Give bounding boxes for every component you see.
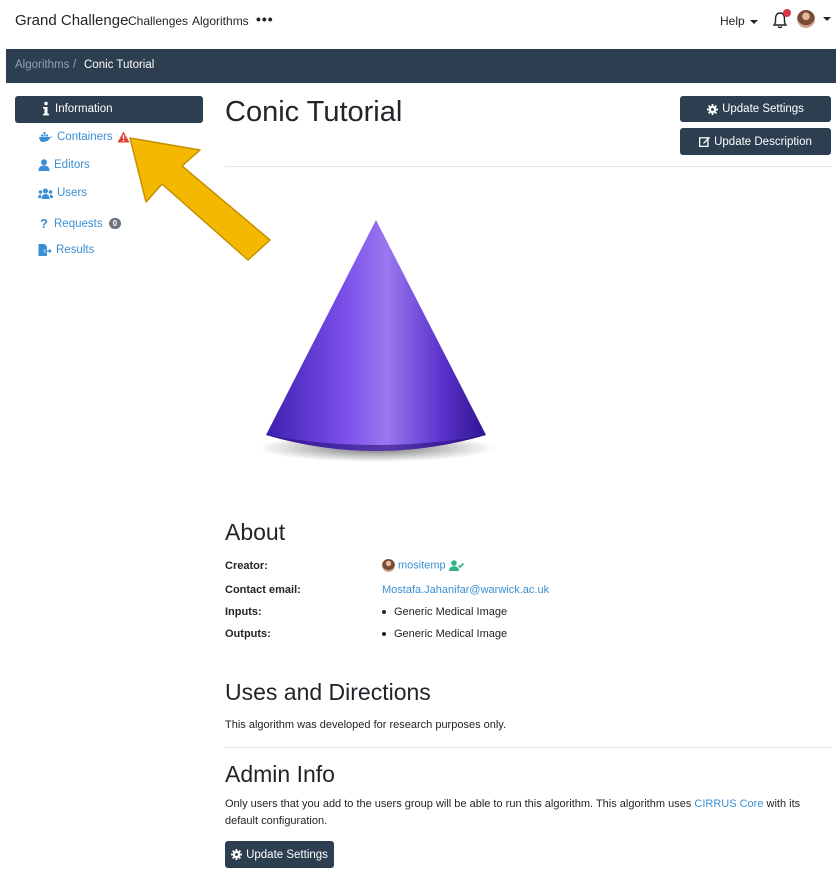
input-value: Generic Medical Image [394, 606, 508, 618]
file-export-icon [38, 244, 52, 256]
users-icon [38, 188, 53, 199]
page-title: Conic Tutorial [225, 96, 403, 128]
question-icon: ? [40, 216, 48, 231]
breadcrumb-algorithms[interactable]: Algorithms [15, 59, 69, 71]
admin-update-settings-button[interactable]: Update Settings [225, 841, 334, 868]
uses-heading: Uses and Directions [225, 679, 431, 705]
top-navbar: Grand Challenge Challenges Algorithms ••… [0, 0, 840, 44]
divider [225, 747, 832, 748]
sidebar-item-information[interactable]: Information [15, 96, 203, 123]
bullet [382, 632, 386, 636]
sidebar-item-requests[interactable]: ? Requests 0 [38, 216, 122, 231]
button-label: Update Settings [722, 103, 804, 115]
nav-algorithms[interactable]: Algorithms [192, 14, 249, 28]
edit-icon [699, 136, 711, 147]
user-icon [38, 159, 50, 171]
notification-dot [783, 9, 791, 17]
help-dropdown[interactable]: Help [720, 14, 758, 28]
creator-label: Creator: [225, 560, 268, 572]
creator-link[interactable]: mositemp [398, 559, 446, 571]
admin-info-text: Only users that you add to the users gro… [225, 796, 833, 830]
cirrus-core-link[interactable]: CIRRUS Core [694, 798, 763, 810]
update-settings-button[interactable]: Update Settings [680, 96, 831, 122]
divider [225, 166, 832, 167]
algorithm-logo-cone [258, 220, 494, 462]
sidebar-item-containers[interactable]: Containers [38, 131, 130, 143]
sidebar-item-label: Containers [57, 131, 113, 143]
sidebar-item-editors[interactable]: Editors [38, 159, 90, 171]
button-label: Update Description [714, 135, 812, 148]
chevron-down-icon[interactable] [823, 17, 831, 21]
list-item: Generic Medical Image [382, 628, 507, 640]
user-avatar[interactable] [797, 10, 815, 28]
nav-challenges[interactable]: Challenges [128, 14, 188, 28]
sidebar-item-users[interactable]: Users [38, 187, 87, 199]
docker-icon [39, 131, 53, 142]
contact-email-label: Contact email: [225, 584, 301, 596]
nav-more-menu[interactable]: ••• [256, 11, 274, 27]
creator-value: mositemp [382, 559, 464, 572]
brand-link[interactable]: Grand Challenge [15, 12, 128, 29]
sidebar-item-results[interactable]: Results [38, 244, 94, 256]
chevron-down-icon [749, 19, 758, 24]
sidebar-item-label: Users [57, 187, 88, 199]
admin-info-heading: Admin Info [225, 761, 335, 787]
sidebar-item-label: Editors [54, 159, 90, 171]
list-item: Generic Medical Image [382, 606, 507, 618]
contact-email-link[interactable]: Mostafa.Jahanifar@warwick.ac.uk [382, 584, 549, 596]
user-check-icon [448, 560, 464, 571]
bullet [382, 610, 386, 614]
sidebar-item-label: Information [55, 103, 113, 115]
uses-text: This algorithm was developed for researc… [225, 719, 507, 731]
update-description-button[interactable]: Update Description [680, 128, 831, 155]
about-heading: About [225, 519, 286, 545]
gear-icon [707, 103, 719, 115]
admin-text-before: Only users that you add to the users gro… [225, 798, 695, 810]
help-label: Help [720, 14, 745, 28]
gear-icon [231, 849, 243, 860]
sidebar-item-label: Results [56, 244, 95, 256]
breadcrumb-current: Conic Tutorial [84, 59, 155, 71]
button-label: Update Settings [246, 848, 328, 861]
info-icon [43, 101, 49, 116]
outputs-label: Outputs: [225, 628, 271, 640]
sidebar-item-label: Requests [54, 217, 103, 230]
creator-avatar [382, 559, 395, 572]
output-value: Generic Medical Image [394, 628, 508, 640]
breadcrumb: Algorithms / Conic Tutorial [6, 49, 836, 83]
inputs-label: Inputs: [225, 606, 262, 618]
breadcrumb-separator: / [73, 59, 77, 71]
